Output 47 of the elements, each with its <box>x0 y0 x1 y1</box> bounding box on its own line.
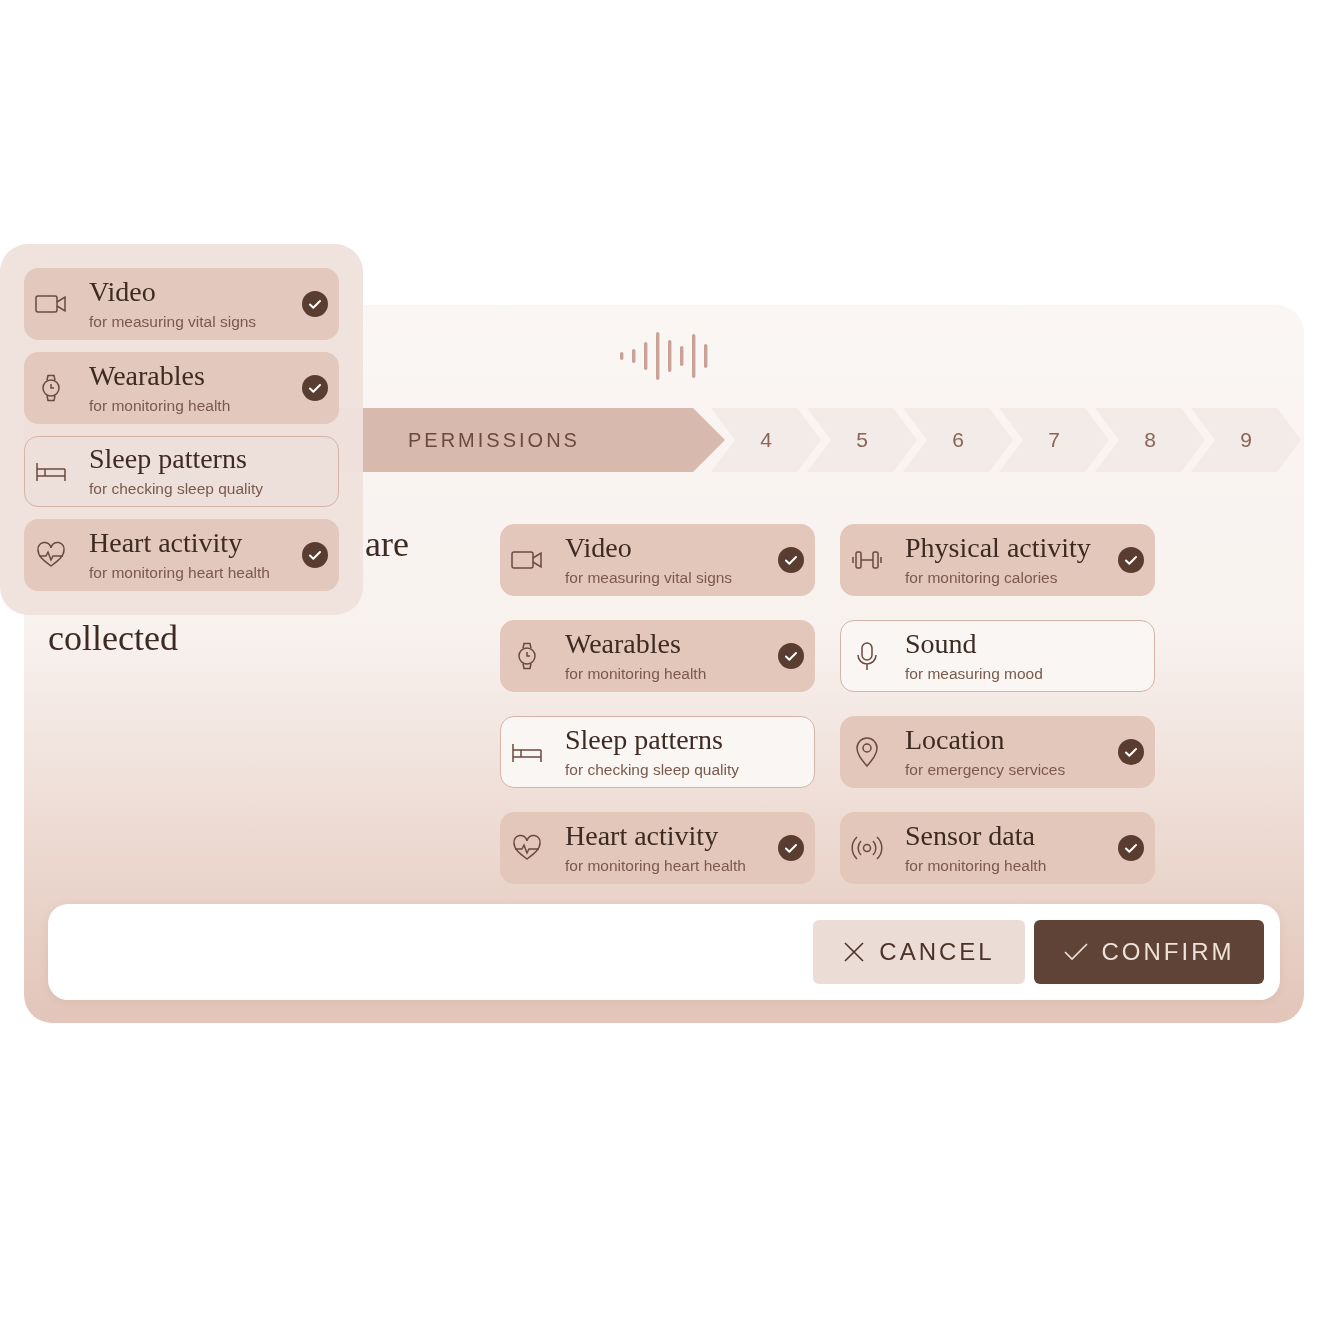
permission-description: for monitoring heart health <box>89 564 271 583</box>
heading-text: are <box>365 524 409 564</box>
permission-description: for checking sleep quality <box>565 761 741 779</box>
waveform-icon <box>618 331 710 381</box>
permission-description: for emergency services <box>905 761 1067 779</box>
step-tab[interactable]: 6 <box>903 408 1013 472</box>
permission-description: for measuring vital signs <box>89 312 258 331</box>
permission-option[interactable]: Heart activity for monitoring heart health <box>24 519 339 591</box>
permission-title: Heart activity <box>565 821 720 851</box>
permission-description: for checking sleep quality <box>89 480 265 499</box>
permission-option[interactable]: Wearables for monitoring health <box>24 351 339 424</box>
permission-option[interactable]: Sound for measuring mood <box>840 620 1155 692</box>
step-tab[interactable]: 4 <box>711 408 821 472</box>
permission-option[interactable]: Sleep patterns for checking sleep quality <box>500 716 815 788</box>
permission-title: Physical activity <box>905 533 1092 563</box>
close-icon <box>843 941 866 963</box>
permission-description: for monitoring calories <box>905 569 1059 587</box>
step-tab[interactable]: 8 <box>1095 408 1205 472</box>
cancel-button[interactable]: CANCEL <box>813 920 1025 984</box>
permission-title: Video <box>565 533 633 563</box>
permission-title: Heart activity <box>89 528 244 559</box>
permission-description: for monitoring heart health <box>565 857 747 875</box>
permission-title: Location <box>905 725 1006 755</box>
permission-description: for measuring mood <box>905 665 1044 683</box>
permission-title: Wearables <box>89 360 206 391</box>
permission-option[interactable]: Physical activity for monitoring calories <box>840 524 1155 596</box>
permission-title: Video <box>89 276 157 307</box>
step-tab[interactable]: 9 <box>1191 408 1301 472</box>
heading-text: collected <box>48 618 179 658</box>
check-icon <box>1063 943 1088 961</box>
permission-description: for monitoring health <box>905 857 1048 875</box>
step-tab[interactable]: 5 <box>807 408 917 472</box>
permission-option[interactable]: Wearables for monitoring health <box>500 620 815 692</box>
permission-title: Sound <box>905 629 978 659</box>
permission-description: for measuring vital signs <box>565 569 734 587</box>
confirm-button[interactable]: CONFIRM <box>1034 920 1264 984</box>
permission-title: Wearables <box>565 629 682 659</box>
step-tab[interactable]: 7 <box>999 408 1109 472</box>
permission-option[interactable]: Sensor data for monitoring health <box>840 812 1155 884</box>
permission-option[interactable]: Video for measuring vital signs <box>500 524 815 596</box>
permission-option[interactable]: Heart activity for monitoring heart health <box>500 812 815 884</box>
permission-title: Sensor data <box>905 821 1036 851</box>
permission-title: Sleep patterns <box>565 725 724 755</box>
permission-title: Sleep patterns <box>89 444 248 475</box>
permission-description: for monitoring health <box>565 665 708 683</box>
permission-option[interactable]: Video for measuring vital signs <box>24 268 339 340</box>
permission-option[interactable]: Location for emergency services <box>840 716 1155 788</box>
